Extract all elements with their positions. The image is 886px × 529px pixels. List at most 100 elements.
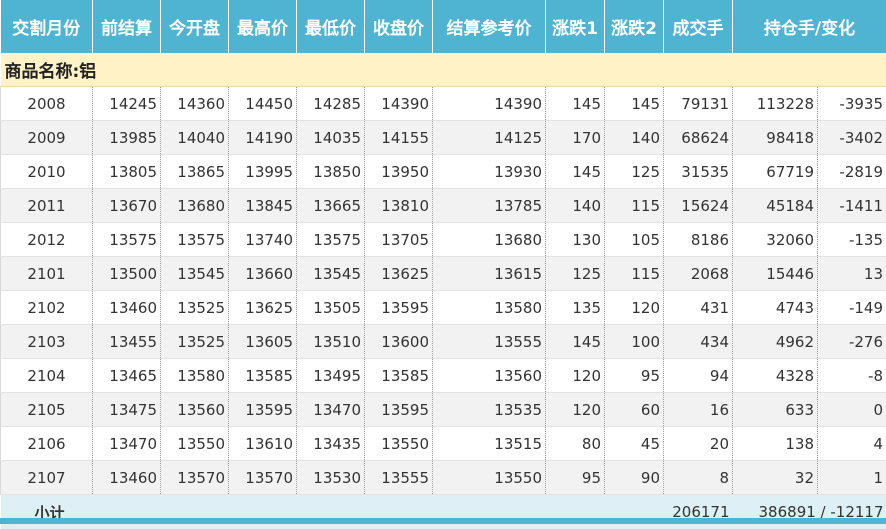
cell-low: 13505 <box>297 291 365 325</box>
cell-settle-ref: 13615 <box>433 257 546 291</box>
cell-low: 14035 <box>297 121 365 155</box>
cell-low: 14285 <box>297 87 365 121</box>
table-row: 2101135001354513660135451362513615125115… <box>1 257 886 291</box>
table-row: 2012135751357513740135751370513680130105… <box>1 223 886 257</box>
header-volume: 成交手 <box>664 0 733 53</box>
cell-open-interest: 4328 <box>733 359 818 393</box>
cell-high: 14450 <box>229 87 297 121</box>
table-row: 2010138051386513995138501395013930145125… <box>1 155 886 189</box>
cell-delivery-month: 2105 <box>1 393 93 427</box>
cell-close: 13550 <box>365 427 433 461</box>
cell-delivery-month: 2104 <box>1 359 93 393</box>
cell-change-1: 125 <box>546 257 605 291</box>
cell-open: 13570 <box>161 461 229 495</box>
header-open-interest: 持仓手/变化 <box>733 0 886 53</box>
cell-close: 13950 <box>365 155 433 189</box>
cell-change-1: 130 <box>546 223 605 257</box>
header-close: 收盘价 <box>365 0 433 53</box>
cell-low: 13545 <box>297 257 365 291</box>
cell-settle-ref: 13550 <box>433 461 546 495</box>
cell-open-interest: 113228 <box>733 87 818 121</box>
cell-close: 13810 <box>365 189 433 223</box>
cell-high: 13595 <box>229 393 297 427</box>
cell-open-interest: 4962 <box>733 325 818 359</box>
cell-high: 13585 <box>229 359 297 393</box>
cell-open-interest: 67719 <box>733 155 818 189</box>
cell-close: 13585 <box>365 359 433 393</box>
cell-volume: 68624 <box>664 121 733 155</box>
cell-volume: 20 <box>664 427 733 461</box>
cell-open: 13550 <box>161 427 229 461</box>
header-open: 今开盘 <box>161 0 229 53</box>
cell-close: 14155 <box>365 121 433 155</box>
cell-settle-ref: 14125 <box>433 121 546 155</box>
cell-change-2: 140 <box>605 121 664 155</box>
cell-oi-change: -3402 <box>818 121 886 155</box>
header-change-1: 涨跌1 <box>546 0 605 53</box>
header-high: 最高价 <box>229 0 297 53</box>
cell-volume: 431 <box>664 291 733 325</box>
cell-prev-settle: 13455 <box>93 325 161 359</box>
cell-oi-change: -149 <box>818 291 886 325</box>
cell-prev-settle: 13575 <box>93 223 161 257</box>
cell-open-interest: 32 <box>733 461 818 495</box>
category-row: 商品名称:铝 <box>1 53 886 87</box>
cell-change-2: 115 <box>605 189 664 223</box>
cell-open: 13580 <box>161 359 229 393</box>
cell-close: 13595 <box>365 393 433 427</box>
cell-close: 13595 <box>365 291 433 325</box>
header-row: 交割月份 前结算 今开盘 最高价 最低价 收盘价 结算参考价 涨跌1 涨跌2 成… <box>1 0 886 53</box>
cell-change-1: 170 <box>546 121 605 155</box>
cell-close: 13625 <box>365 257 433 291</box>
cell-open: 13575 <box>161 223 229 257</box>
cell-high: 14190 <box>229 121 297 155</box>
cell-low: 13470 <box>297 393 365 427</box>
futures-quote-table: 交割月份 前结算 今开盘 最高价 最低价 收盘价 结算参考价 涨跌1 涨跌2 成… <box>0 0 886 529</box>
header-low: 最低价 <box>297 0 365 53</box>
cell-change-2: 105 <box>605 223 664 257</box>
table-row: 2009139851404014190140351415514125170140… <box>1 121 886 155</box>
cell-volume: 16 <box>664 393 733 427</box>
cell-open-interest: 98418 <box>733 121 818 155</box>
cell-close: 14390 <box>365 87 433 121</box>
cell-volume: 79131 <box>664 87 733 121</box>
cell-delivery-month: 2102 <box>1 291 93 325</box>
cell-oi-change: 13 <box>818 257 886 291</box>
cell-settle-ref: 13535 <box>433 393 546 427</box>
cell-delivery-month: 2009 <box>1 121 93 155</box>
cell-oi-change: 0 <box>818 393 886 427</box>
cell-settle-ref: 13785 <box>433 189 546 223</box>
cell-oi-change: -135 <box>818 223 886 257</box>
cell-volume: 31535 <box>664 155 733 189</box>
cell-low: 13575 <box>297 223 365 257</box>
category-label: 商品名称:铝 <box>1 53 886 87</box>
cell-low: 13665 <box>297 189 365 223</box>
cell-open: 13545 <box>161 257 229 291</box>
cell-change-2: 100 <box>605 325 664 359</box>
cell-prev-settle: 13985 <box>93 121 161 155</box>
cell-volume: 94 <box>664 359 733 393</box>
cell-high: 13610 <box>229 427 297 461</box>
cell-prev-settle: 14245 <box>93 87 161 121</box>
cell-oi-change: 1 <box>818 461 886 495</box>
cell-delivery-month: 2010 <box>1 155 93 189</box>
cell-oi-change: 4 <box>818 427 886 461</box>
header-settle-ref: 结算参考价 <box>433 0 546 53</box>
cell-volume: 8186 <box>664 223 733 257</box>
cell-close: 13600 <box>365 325 433 359</box>
cell-change-1: 145 <box>546 155 605 189</box>
cell-open: 14360 <box>161 87 229 121</box>
table-row: 2105134751356013595134701359513535120601… <box>1 393 886 427</box>
bottom-strip <box>0 518 886 524</box>
header-prev-settle: 前结算 <box>93 0 161 53</box>
cell-open-interest: 138 <box>733 427 818 461</box>
cell-change-2: 45 <box>605 427 664 461</box>
table-row: 2102134601352513625135051359513580135120… <box>1 291 886 325</box>
table-row: 2106134701355013610134351355013515804520… <box>1 427 886 461</box>
cell-open-interest: 45184 <box>733 189 818 223</box>
cell-settle-ref: 13680 <box>433 223 546 257</box>
cell-change-2: 60 <box>605 393 664 427</box>
header-change-2: 涨跌2 <box>605 0 664 53</box>
cell-volume: 8 <box>664 461 733 495</box>
cell-prev-settle: 13805 <box>93 155 161 189</box>
